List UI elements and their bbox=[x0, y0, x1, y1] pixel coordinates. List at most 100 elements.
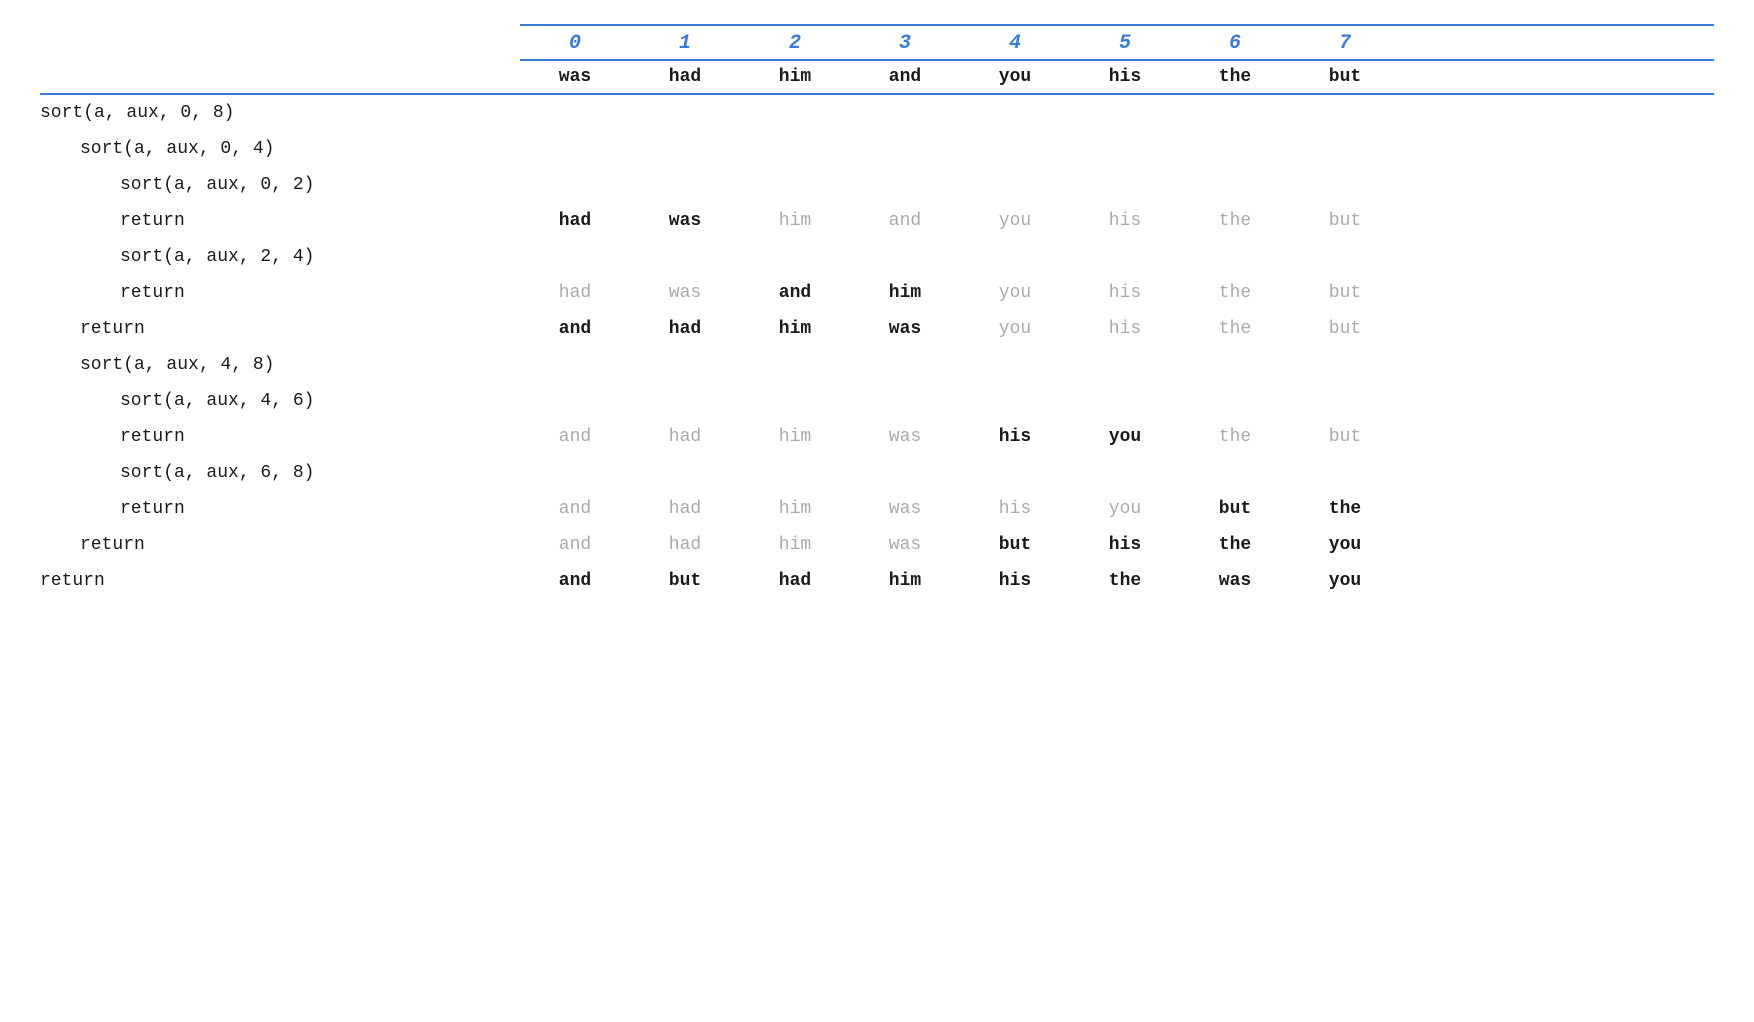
col-index-4: 4 bbox=[960, 32, 1070, 55]
cell-13-1: but bbox=[630, 571, 740, 591]
row-label-13: return bbox=[40, 571, 520, 591]
cell-13-4: his bbox=[960, 571, 1070, 591]
initial-cell-6: the bbox=[1180, 67, 1290, 87]
cell-5-0: had bbox=[520, 283, 630, 303]
row-label-4: sort(a, aux, 2, 4) bbox=[40, 247, 520, 267]
cell-12-4: but bbox=[960, 535, 1070, 555]
cell-9-7: but bbox=[1290, 427, 1400, 447]
cell-3-3: and bbox=[850, 211, 960, 231]
row-1: sort(a, aux, 0, 4) bbox=[40, 131, 1714, 167]
cell-9-6: the bbox=[1180, 427, 1290, 447]
cell-5-3: him bbox=[850, 283, 960, 303]
cell-11-2: him bbox=[740, 499, 850, 519]
initial-cell-5: his bbox=[1070, 67, 1180, 87]
initial-cell-7: but bbox=[1290, 67, 1400, 87]
row-label-3: return bbox=[40, 211, 520, 231]
col-index-7: 7 bbox=[1290, 32, 1400, 55]
initial-values-row: washadhimandyouhisthebut bbox=[40, 61, 1714, 95]
cell-6-4: you bbox=[960, 319, 1070, 339]
row-11: returnandhadhimwashisyoubutthe bbox=[40, 491, 1714, 527]
cell-6-6: the bbox=[1180, 319, 1290, 339]
row-label-5: return bbox=[40, 283, 520, 303]
cell-3-2: him bbox=[740, 211, 850, 231]
top-data-left bbox=[40, 67, 520, 87]
cell-3-6: the bbox=[1180, 211, 1290, 231]
cell-11-5: you bbox=[1070, 499, 1180, 519]
row-label-2: sort(a, aux, 0, 2) bbox=[40, 175, 520, 195]
cell-12-2: him bbox=[740, 535, 850, 555]
cell-3-4: you bbox=[960, 211, 1070, 231]
cell-9-2: him bbox=[740, 427, 850, 447]
row-6: returnandhadhimwasyouhisthebut bbox=[40, 311, 1714, 347]
cell-6-0: and bbox=[520, 319, 630, 339]
cell-13-2: had bbox=[740, 571, 850, 591]
row-cells-12: andhadhimwasbuthistheyou bbox=[520, 535, 1400, 555]
cell-6-2: him bbox=[740, 319, 850, 339]
row-2: sort(a, aux, 0, 2) bbox=[40, 167, 1714, 203]
content-area: sort(a, aux, 0, 8) sort(a, aux, 0, 4) sort… bbox=[40, 95, 1714, 599]
row-cells-13: andbuthadhimhisthewasyou bbox=[520, 571, 1400, 591]
cell-3-1: was bbox=[630, 211, 740, 231]
row-label-8: sort(a, aux, 4, 6) bbox=[40, 391, 520, 411]
top-data-cells: washadhimandyouhisthebut bbox=[520, 67, 1400, 87]
cell-9-3: was bbox=[850, 427, 960, 447]
row-5: returnhadwasandhimyouhisthebut bbox=[40, 275, 1714, 311]
cell-11-1: had bbox=[630, 499, 740, 519]
header-section: 01234567 bbox=[40, 20, 1714, 61]
cell-9-0: and bbox=[520, 427, 630, 447]
row-label-6: return bbox=[40, 319, 520, 339]
cell-11-7: the bbox=[1290, 499, 1400, 519]
initial-cell-3: and bbox=[850, 67, 960, 87]
row-label-1: sort(a, aux, 0, 4) bbox=[40, 139, 520, 159]
initial-cell-1: had bbox=[630, 67, 740, 87]
cell-13-7: you bbox=[1290, 571, 1400, 591]
cell-5-5: his bbox=[1070, 283, 1180, 303]
row-13: returnandbuthadhimhisthewasyou bbox=[40, 563, 1714, 599]
col-indices-row: 01234567 bbox=[520, 26, 1714, 61]
initial-cell-0: was bbox=[520, 67, 630, 87]
col-index-2: 2 bbox=[740, 32, 850, 55]
row-label-0: sort(a, aux, 0, 8) bbox=[40, 103, 520, 123]
array-header: 01234567 bbox=[520, 20, 1714, 61]
cell-13-6: was bbox=[1180, 571, 1290, 591]
row-10: sort(a, aux, 6, 8) bbox=[40, 455, 1714, 491]
cell-13-3: him bbox=[850, 571, 960, 591]
cell-12-7: you bbox=[1290, 535, 1400, 555]
cell-12-0: and bbox=[520, 535, 630, 555]
cell-5-1: was bbox=[630, 283, 740, 303]
cell-12-3: was bbox=[850, 535, 960, 555]
row-0: sort(a, aux, 0, 8) bbox=[40, 95, 1714, 131]
row-label-12: return bbox=[40, 535, 520, 555]
cell-5-2: and bbox=[740, 283, 850, 303]
cell-3-0: had bbox=[520, 211, 630, 231]
cell-9-1: had bbox=[630, 427, 740, 447]
row-cells-3: hadwashimandyouhisthebut bbox=[520, 211, 1400, 231]
row-label-9: return bbox=[40, 427, 520, 447]
row-cells-11: andhadhimwashisyoubutthe bbox=[520, 499, 1400, 519]
row-cells-6: andhadhimwasyouhisthebut bbox=[520, 319, 1400, 339]
cell-9-5: you bbox=[1070, 427, 1180, 447]
cell-5-4: you bbox=[960, 283, 1070, 303]
initial-cell-2: him bbox=[740, 67, 850, 87]
col-index-1: 1 bbox=[630, 32, 740, 55]
col-index-6: 6 bbox=[1180, 32, 1290, 55]
cell-12-5: his bbox=[1070, 535, 1180, 555]
row-7: sort(a, aux, 4, 8) bbox=[40, 347, 1714, 383]
main-container: 01234567 washadhimandyouhisthebut sort(a… bbox=[40, 20, 1714, 599]
row-label-7: sort(a, aux, 4, 8) bbox=[40, 355, 520, 375]
col-index-0: 0 bbox=[520, 32, 630, 55]
col-index-5: 5 bbox=[1070, 32, 1180, 55]
cell-11-0: and bbox=[520, 499, 630, 519]
cell-6-1: had bbox=[630, 319, 740, 339]
initial-cell-4: you bbox=[960, 67, 1070, 87]
cell-5-6: the bbox=[1180, 283, 1290, 303]
row-8: sort(a, aux, 4, 6) bbox=[40, 383, 1714, 419]
cell-11-3: was bbox=[850, 499, 960, 519]
cell-6-5: his bbox=[1070, 319, 1180, 339]
row-cells-9: andhadhimwashisyouthebut bbox=[520, 427, 1400, 447]
row-label-11: return bbox=[40, 499, 520, 519]
cell-6-7: but bbox=[1290, 319, 1400, 339]
cell-12-6: the bbox=[1180, 535, 1290, 555]
cell-11-6: but bbox=[1180, 499, 1290, 519]
row-4: sort(a, aux, 2, 4) bbox=[40, 239, 1714, 275]
